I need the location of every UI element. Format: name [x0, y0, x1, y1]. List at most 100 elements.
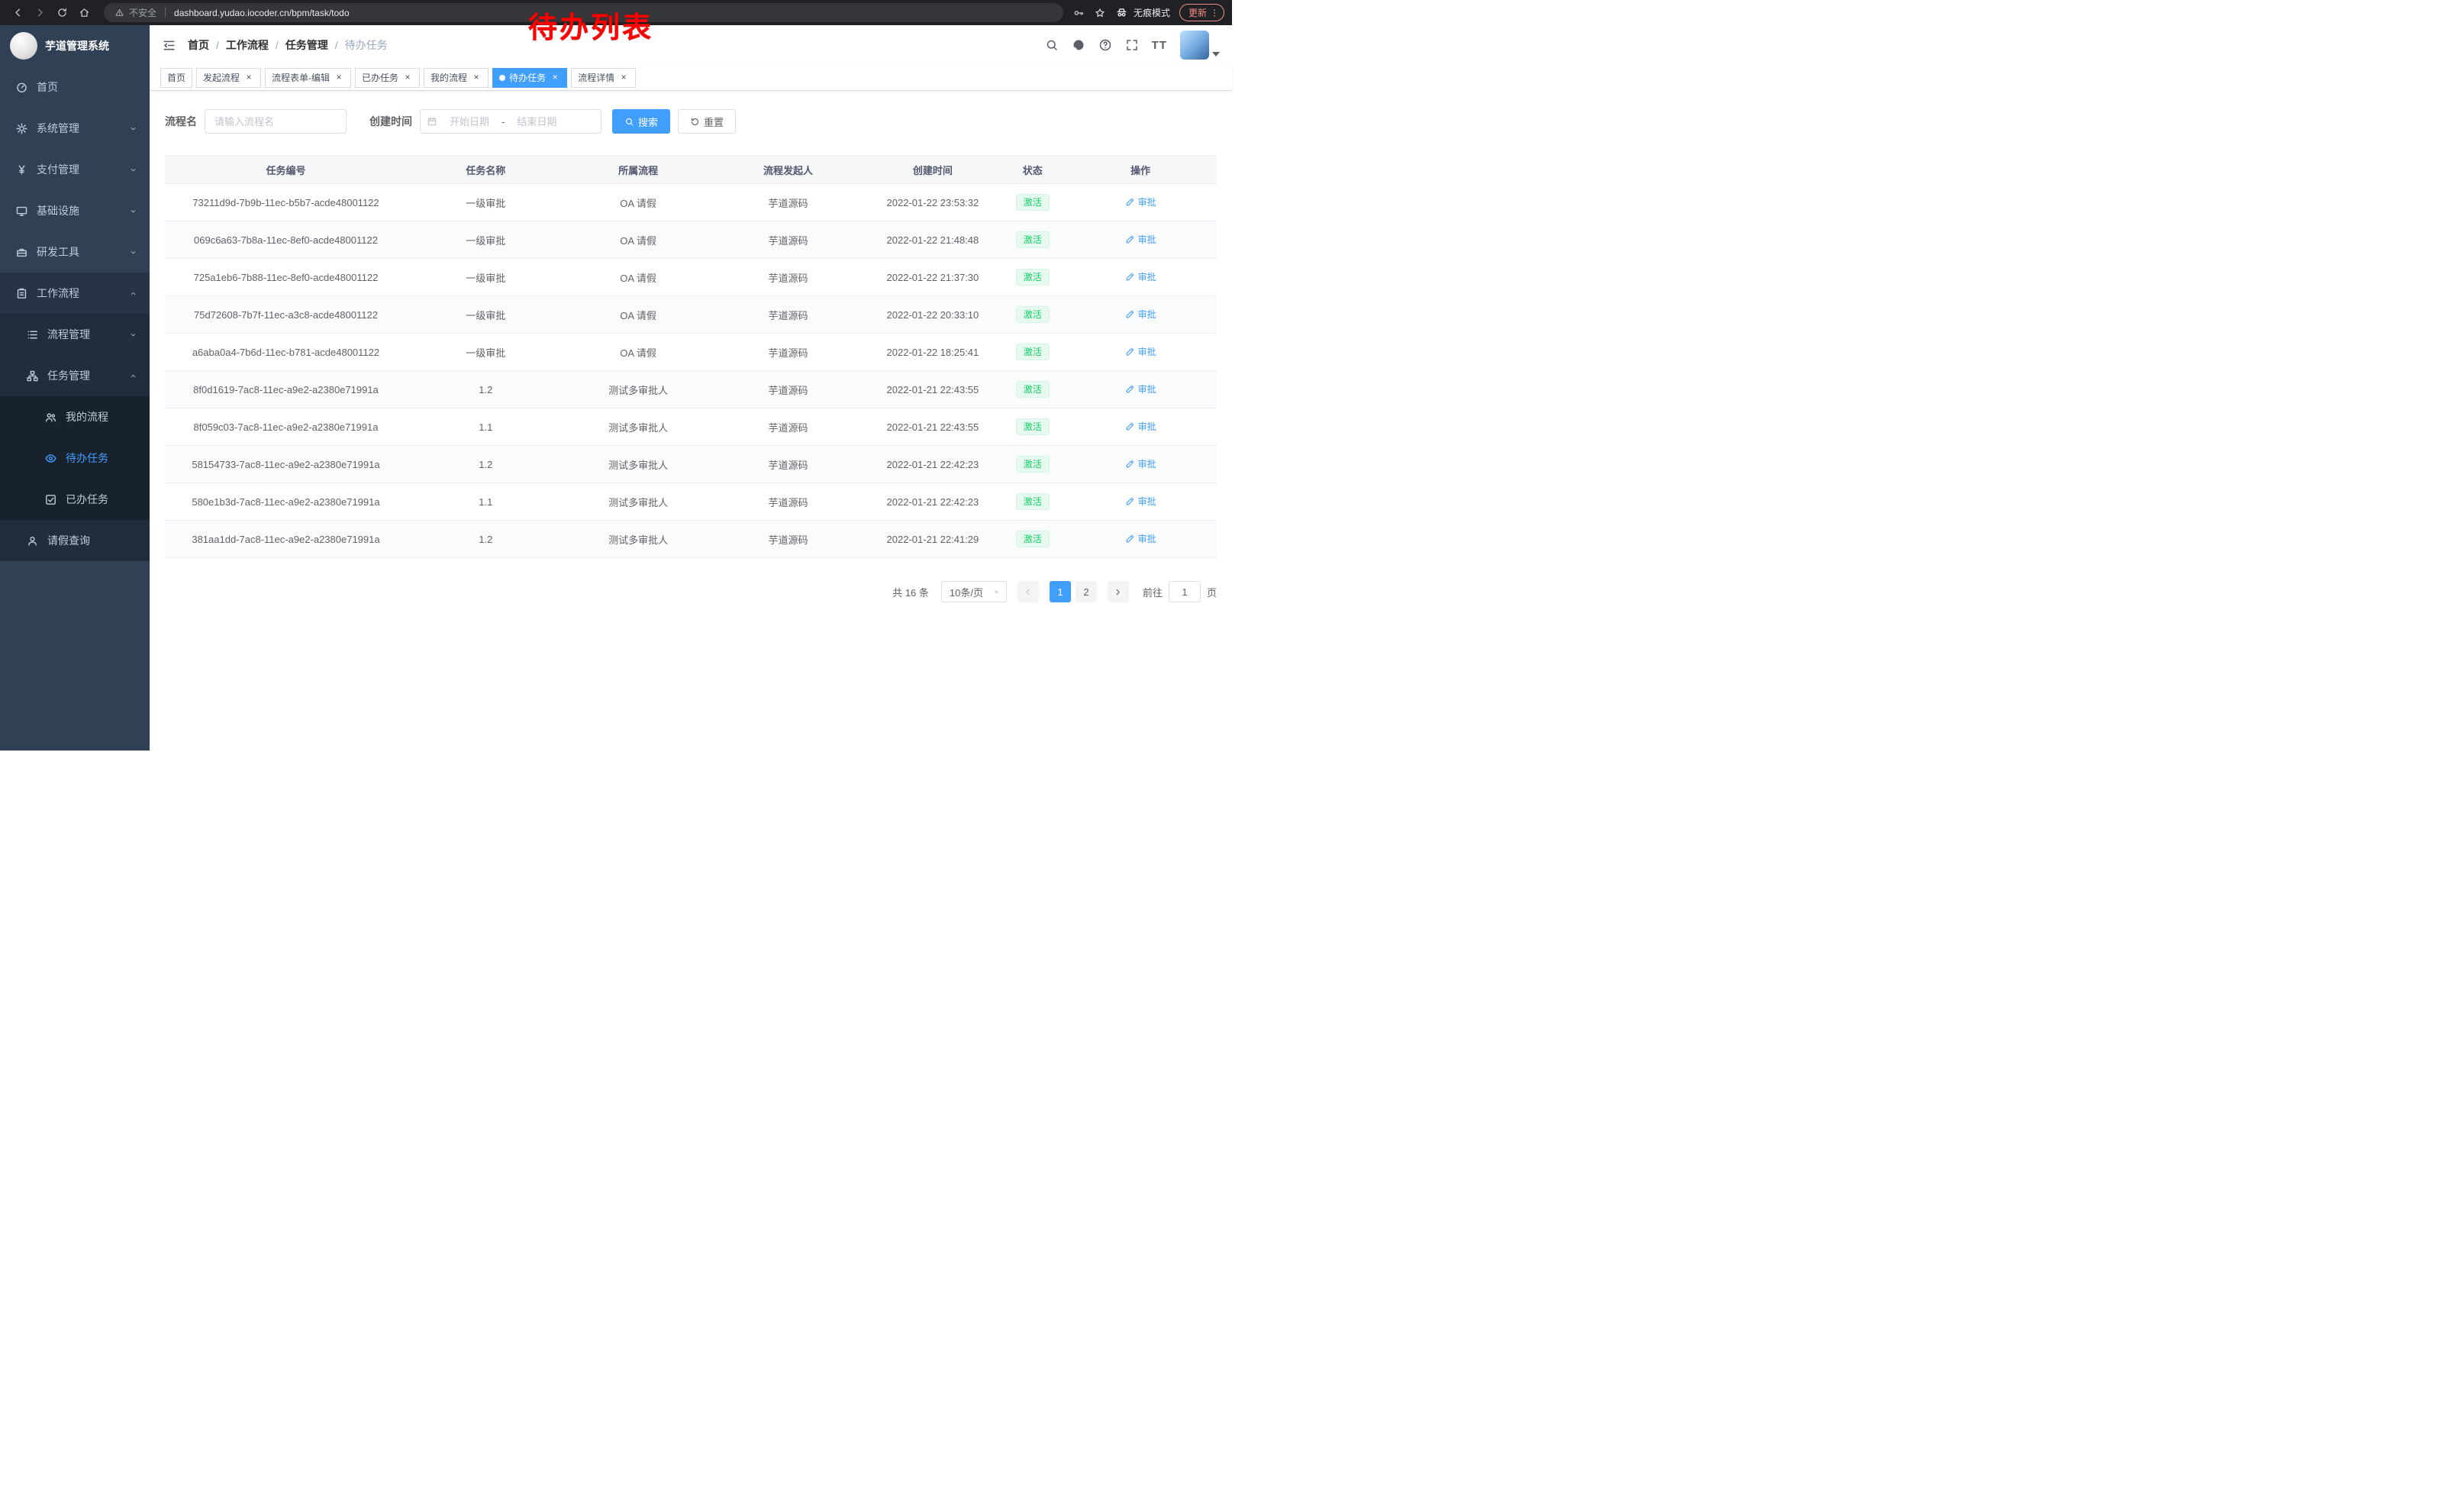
tags-view-item[interactable]: 流程详情× [571, 68, 636, 88]
table-row: 381aa1dd-7ac8-11ec-a9e2-a2380e71991a1.2测… [165, 521, 1217, 558]
back-icon[interactable] [8, 2, 28, 23]
breadcrumb-item[interactable]: 任务管理 [285, 37, 328, 53]
approve-button[interactable]: 审批 [1125, 420, 1156, 433]
monitor-icon [15, 205, 28, 218]
table-header-row: 任务编号任务名称所属流程流程发起人创建时间状态操作 [165, 156, 1217, 184]
sidebar-item-home[interactable]: 首页 [0, 66, 150, 108]
avatar [1180, 31, 1209, 60]
breadcrumb-item[interactable]: 工作流程 [226, 37, 269, 53]
question-icon[interactable] [1098, 38, 1112, 52]
close-icon[interactable]: × [243, 73, 254, 83]
sidebar-item-system-management[interactable]: 系统管理 [0, 108, 150, 149]
star-icon[interactable] [1094, 7, 1106, 19]
tags-view-item[interactable]: 发起流程× [196, 68, 261, 88]
close-icon[interactable]: × [471, 73, 482, 83]
sidebar-item-payment-management[interactable]: 支付管理 [0, 149, 150, 190]
app-logo[interactable]: 芋道管理系统 [0, 25, 150, 66]
cell-process: 测试多审批人 [565, 371, 712, 408]
update-button[interactable]: 更新 [1179, 4, 1224, 21]
edit-icon [1125, 384, 1135, 394]
approve-button[interactable]: 审批 [1125, 532, 1156, 545]
goto-page-input[interactable] [1169, 581, 1201, 602]
key-icon[interactable] [1072, 7, 1085, 19]
breadcrumb-item[interactable]: 首页 [188, 37, 209, 53]
sidebar-item-done-task[interactable]: 已办任务 [0, 479, 150, 520]
approve-button[interactable]: 审批 [1125, 233, 1156, 246]
next-page-button[interactable] [1108, 581, 1129, 602]
cell-task-name: 1.2 [407, 371, 565, 408]
sidebar-item-my-process[interactable]: 我的流程 [0, 396, 150, 437]
approve-button[interactable]: 审批 [1125, 345, 1156, 358]
reset-button[interactable]: 重置 [678, 109, 736, 134]
search-icon[interactable] [1045, 38, 1059, 52]
close-icon[interactable]: × [402, 73, 413, 83]
reload-icon[interactable] [52, 2, 73, 23]
prev-page-button[interactable] [1018, 581, 1039, 602]
approve-button[interactable]: 审批 [1125, 457, 1156, 470]
close-icon[interactable]: × [550, 73, 560, 83]
page-size-select[interactable]: 10条/页 [941, 581, 1007, 602]
forward-icon[interactable] [30, 2, 50, 23]
status-badge: 激活 [1016, 381, 1050, 398]
menu-dots-icon[interactable] [1209, 8, 1220, 18]
approve-button[interactable]: 审批 [1125, 383, 1156, 395]
close-icon[interactable]: × [618, 73, 629, 83]
edit-icon [1125, 534, 1135, 544]
cell-task-name: 一级审批 [407, 334, 565, 371]
tags-view-item[interactable]: 已办任务× [355, 68, 420, 88]
column-header: 创建时间 [864, 156, 1001, 184]
update-label: 更新 [1188, 6, 1207, 19]
cell-task-id: 381aa1dd-7ac8-11ec-a9e2-a2380e71991a [165, 521, 407, 558]
user-menu[interactable] [1180, 31, 1220, 60]
menu-fold-icon[interactable] [162, 38, 176, 53]
column-header: 流程发起人 [712, 156, 865, 184]
address-bar[interactable]: 不安全 dashboard.yudao.iocoder.cn/bpm/task/… [104, 3, 1063, 22]
approve-button[interactable]: 审批 [1125, 495, 1156, 508]
github-icon[interactable] [1072, 38, 1085, 52]
calendar-icon [427, 116, 437, 127]
page-size-value: 10条/页 [950, 585, 983, 599]
cell-task-name: 一级审批 [407, 259, 565, 296]
font-size-icon[interactable]: TT [1152, 39, 1167, 52]
table-row: 069c6a63-7b8a-11ec-8ef0-acde48001122一级审批… [165, 221, 1217, 259]
approve-button[interactable]: 审批 [1125, 195, 1156, 208]
sidebar-item-task-management[interactable]: 任务管理 [0, 355, 150, 396]
status-badge: 激活 [1016, 194, 1050, 211]
page-button[interactable]: 2 [1076, 581, 1097, 602]
end-date-input[interactable] [506, 116, 567, 128]
edit-icon [1125, 197, 1135, 207]
sidebar-item-infrastructure[interactable]: 基础设施 [0, 190, 150, 231]
app-container: 芋道管理系统 首页系统管理支付管理基础设施研发工具工作流程流程管理任务管理我的流… [0, 25, 1232, 750]
home-icon[interactable] [74, 2, 95, 23]
sidebar-item-leave-query[interactable]: 请假查询 [0, 520, 150, 561]
caret-down-icon [1212, 52, 1220, 56]
tags-view-item[interactable]: 待办任务× [492, 68, 567, 88]
cell-created: 2022-01-21 22:43:55 [864, 371, 1001, 408]
page-numbers: 12 [1050, 581, 1097, 602]
edit-icon [1125, 496, 1135, 506]
sidebar-item-process-management[interactable]: 流程管理 [0, 314, 150, 355]
cell-task-name: 一级审批 [407, 296, 565, 334]
fullscreen-icon[interactable] [1125, 38, 1139, 52]
edit-icon [1125, 309, 1135, 319]
edit-icon [1125, 272, 1135, 282]
tags-view-item[interactable]: 流程表单-编辑× [265, 68, 351, 88]
search-button[interactable]: 搜索 [612, 109, 670, 134]
cell-task-id: a6aba0a4-7b6d-11ec-b781-acde48001122 [165, 334, 407, 371]
approve-button[interactable]: 审批 [1125, 308, 1156, 321]
approve-button[interactable]: 审批 [1125, 270, 1156, 283]
close-icon[interactable]: × [334, 73, 344, 83]
cell-task-id: 58154733-7ac8-11ec-a9e2-a2380e71991a [165, 446, 407, 483]
cell-task-name: 1.1 [407, 408, 565, 446]
date-range-picker[interactable]: - [420, 109, 601, 134]
sidebar-item-dev-tools[interactable]: 研发工具 [0, 231, 150, 273]
process-name-input[interactable] [205, 109, 347, 134]
edit-icon [1125, 459, 1135, 469]
tags-view-item[interactable]: 我的流程× [424, 68, 489, 88]
page-button[interactable]: 1 [1050, 581, 1071, 602]
sidebar-item-todo-task[interactable]: 待办任务 [0, 437, 150, 479]
breadcrumb-separator: / [276, 39, 279, 51]
start-date-input[interactable] [439, 116, 500, 128]
sidebar-item-workflow[interactable]: 工作流程 [0, 273, 150, 314]
tags-view-item[interactable]: 首页 [160, 68, 192, 88]
